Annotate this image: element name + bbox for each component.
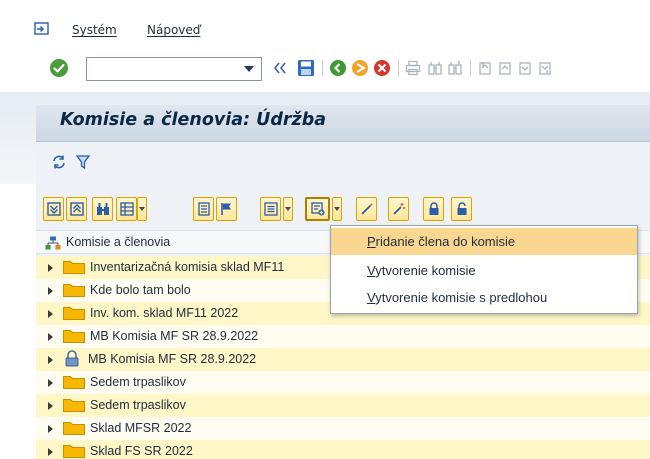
- collapse-all-icon[interactable]: [66, 197, 87, 221]
- refresh-icon[interactable]: [50, 152, 68, 172]
- hierarchy-icon: [45, 236, 61, 250]
- wand-icon[interactable]: [356, 197, 377, 221]
- filter-icon[interactable]: [74, 152, 92, 172]
- create-menu-icon[interactable]: [305, 197, 330, 221]
- expand-arrow-icon[interactable]: [48, 402, 53, 410]
- layout-dropdown[interactable]: [137, 197, 147, 221]
- menu-item-label: Vytvorenie komisie s predlohou: [367, 290, 548, 305]
- list-menu-dropdown[interactable]: [283, 197, 293, 221]
- menu-item-create-from-template[interactable]: Vytvorenie komisie s predlohou: [331, 284, 637, 311]
- expand-arrow-icon[interactable]: [48, 264, 53, 272]
- toolbar-separator: [398, 60, 399, 76]
- first-page-icon[interactable]: [476, 58, 494, 78]
- ok-icon[interactable]: [50, 59, 68, 77]
- application-toolbar: [36, 142, 650, 184]
- page-title: Komisie a členovia: Údržba: [60, 110, 327, 130]
- next-page-icon[interactable]: [516, 58, 534, 78]
- folder-icon: [63, 422, 85, 435]
- tree-header-label: Komisie a členovia: [66, 235, 171, 249]
- lock-icon: [65, 350, 79, 367]
- menu-item-add-member[interactable]: Pridanie člena do komisie: [331, 228, 637, 255]
- expand-all-icon[interactable]: [43, 197, 64, 221]
- chevron-down-icon: [334, 207, 340, 211]
- folder-icon: [63, 284, 85, 297]
- tree-row-label: Sedem trpaslikov: [90, 375, 186, 389]
- expand-arrow-icon[interactable]: [48, 448, 53, 456]
- menu-help[interactable]: Nápoveď: [147, 23, 200, 37]
- expand-arrow-icon[interactable]: [48, 379, 53, 387]
- unlock-icon[interactable]: [451, 197, 472, 221]
- exit-icon[interactable]: [350, 58, 370, 78]
- menu-item-label: Vytvorenie komisie: [367, 263, 476, 278]
- folder-icon: [63, 445, 85, 458]
- back-icon[interactable]: [328, 58, 348, 78]
- dropdown-icon[interactable]: [244, 66, 254, 72]
- list-menu-icon[interactable]: [260, 197, 281, 221]
- tree-row-label: Sklad FS SR 2022: [90, 444, 193, 458]
- toolbar-separator: [322, 60, 323, 76]
- tree-row-label: Inventarizačná komisia sklad MF11: [90, 260, 285, 274]
- expand-arrow-icon[interactable]: [48, 356, 53, 364]
- print-icon[interactable]: [404, 58, 422, 78]
- expand-arrow-icon[interactable]: [48, 425, 53, 433]
- tree-row-label: MB Komisia MF SR 28.9.2022: [90, 329, 259, 343]
- tree-row-label: Kde bolo tam bolo: [90, 283, 191, 297]
- menu-item-label: Pridanie člena do komisie: [367, 234, 516, 249]
- expand-arrow-icon[interactable]: [48, 287, 53, 295]
- chevron-down-icon: [285, 207, 291, 211]
- exit-icon[interactable]: [34, 22, 50, 36]
- wand-sparkle-icon[interactable]: [388, 197, 409, 221]
- find-icon[interactable]: [426, 58, 444, 78]
- details-icon[interactable]: [193, 197, 214, 221]
- tree-row-label: Sklad MFSR 2022: [90, 421, 192, 435]
- tree-row-label: Sedem trpaslikov: [90, 398, 186, 412]
- folder-icon: [63, 261, 85, 274]
- create-menu-dropdown[interactable]: [332, 197, 342, 221]
- layout-icon[interactable]: [116, 197, 137, 221]
- folder-icon: [63, 330, 85, 343]
- tree-row-label: Inv. kom. sklad MF11 2022: [90, 306, 239, 320]
- find-next-icon[interactable]: [446, 58, 464, 78]
- flag-icon[interactable]: [216, 197, 237, 221]
- back-double-arrow-icon[interactable]: [272, 58, 288, 78]
- lock-icon[interactable]: [423, 197, 444, 221]
- folder-icon: [63, 376, 85, 389]
- toolbar-separator: [470, 60, 471, 76]
- command-field[interactable]: [86, 57, 262, 81]
- menu-system[interactable]: Systém: [72, 23, 117, 37]
- folder-icon: [63, 399, 85, 412]
- prev-page-icon[interactable]: [496, 58, 514, 78]
- expand-arrow-icon[interactable]: [48, 310, 53, 318]
- tree-row-label: MB Komisia MF SR 28.9.2022: [88, 352, 257, 366]
- menu-item-create-commission[interactable]: Vytvorenie komisie: [331, 257, 637, 284]
- folder-icon: [63, 307, 85, 320]
- last-page-icon[interactable]: [536, 58, 554, 78]
- expand-arrow-icon[interactable]: [48, 333, 53, 341]
- cancel-icon[interactable]: [372, 58, 392, 78]
- chevron-down-icon: [139, 207, 145, 211]
- find-icon[interactable]: [92, 197, 113, 221]
- save-icon[interactable]: [296, 58, 316, 78]
